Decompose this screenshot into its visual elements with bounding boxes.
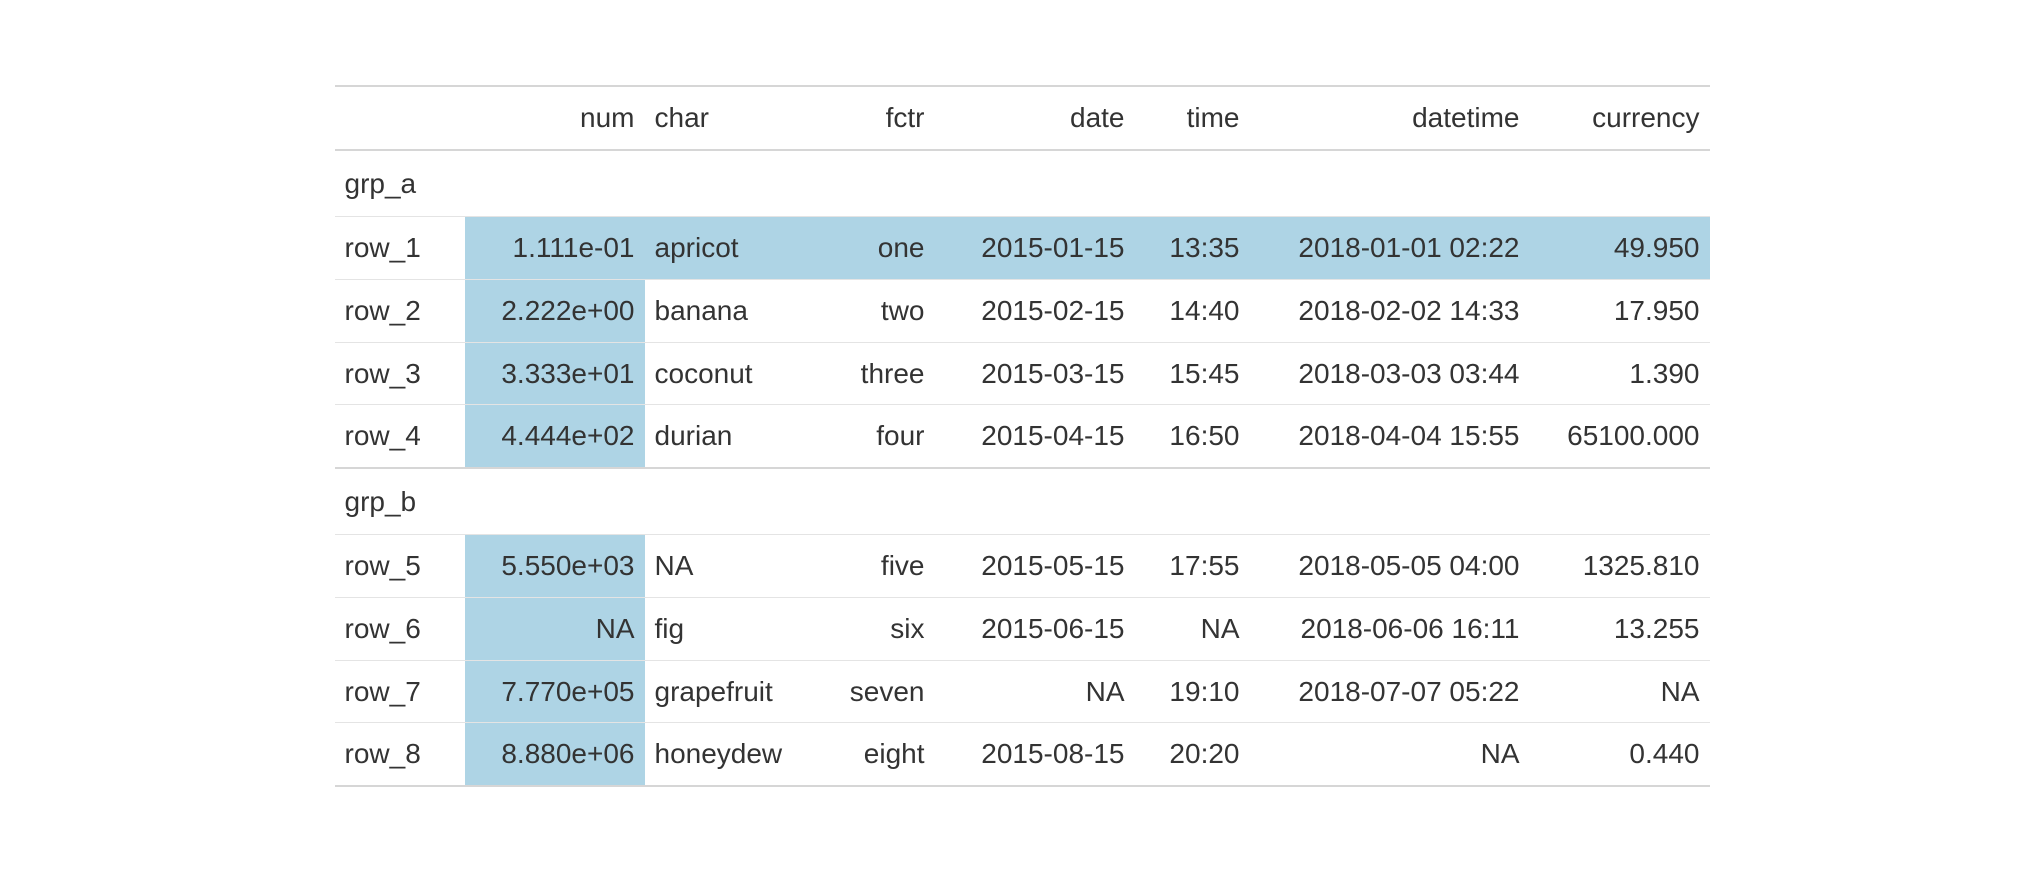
cell-fctr: eight: [815, 723, 935, 786]
cell-datetime: 2018-04-04 15:55: [1250, 405, 1530, 468]
group-label: grp_a: [335, 150, 1710, 217]
group-label: grp_b: [335, 468, 1710, 535]
table-row: row_11.111e-01apricotone2015-01-1513:352…: [335, 217, 1710, 280]
page-wrap: num char fctr date time datetime currenc…: [0, 0, 2044, 872]
cell-stub: row_7: [335, 660, 465, 723]
group-row: grp_a: [335, 150, 1710, 217]
col-header-time: time: [1135, 86, 1250, 150]
table-row: row_22.222e+00bananatwo2015-02-1514:4020…: [335, 280, 1710, 343]
cell-stub: row_6: [335, 597, 465, 660]
cell-num: 2.222e+00: [465, 280, 645, 343]
cell-currency: 1.390: [1530, 342, 1710, 405]
stub-head: [335, 86, 465, 150]
group-row: grp_b: [335, 468, 1710, 535]
cell-char: honeydew: [645, 723, 815, 786]
cell-currency: 49.950: [1530, 217, 1710, 280]
col-header-fctr: fctr: [815, 86, 935, 150]
cell-stub: row_4: [335, 405, 465, 468]
cell-time: 13:35: [1135, 217, 1250, 280]
cell-date: 2015-08-15: [935, 723, 1135, 786]
cell-stub: row_2: [335, 280, 465, 343]
cell-fctr: two: [815, 280, 935, 343]
cell-currency: NA: [1530, 660, 1710, 723]
cell-num: 3.333e+01: [465, 342, 645, 405]
data-table: num char fctr date time datetime currenc…: [335, 85, 1710, 787]
col-header-char: char: [645, 86, 815, 150]
col-header-num: num: [465, 86, 645, 150]
table-row: row_77.770e+05grapefruitsevenNA19:102018…: [335, 660, 1710, 723]
cell-time: 14:40: [1135, 280, 1250, 343]
cell-datetime: NA: [1250, 723, 1530, 786]
table-body: grp_arow_11.111e-01apricotone2015-01-151…: [335, 150, 1710, 786]
cell-datetime: 2018-06-06 16:11: [1250, 597, 1530, 660]
cell-char: NA: [645, 535, 815, 598]
cell-currency: 1325.810: [1530, 535, 1710, 598]
cell-fctr: one: [815, 217, 935, 280]
cell-char: coconut: [645, 342, 815, 405]
cell-fctr: five: [815, 535, 935, 598]
cell-char: banana: [645, 280, 815, 343]
cell-datetime: 2018-02-02 14:33: [1250, 280, 1530, 343]
cell-char: grapefruit: [645, 660, 815, 723]
cell-datetime: 2018-07-07 05:22: [1250, 660, 1530, 723]
cell-char: fig: [645, 597, 815, 660]
cell-num: 4.444e+02: [465, 405, 645, 468]
cell-num: 8.880e+06: [465, 723, 645, 786]
col-header-date: date: [935, 86, 1135, 150]
cell-fctr: seven: [815, 660, 935, 723]
cell-char: durian: [645, 405, 815, 468]
cell-datetime: 2018-01-01 02:22: [1250, 217, 1530, 280]
table-row: row_33.333e+01coconutthree2015-03-1515:4…: [335, 342, 1710, 405]
col-header-datetime: datetime: [1250, 86, 1530, 150]
cell-currency: 0.440: [1530, 723, 1710, 786]
cell-stub: row_1: [335, 217, 465, 280]
cell-datetime: 2018-03-03 03:44: [1250, 342, 1530, 405]
cell-time: 16:50: [1135, 405, 1250, 468]
cell-num: 5.550e+03: [465, 535, 645, 598]
cell-time: 17:55: [1135, 535, 1250, 598]
cell-date: NA: [935, 660, 1135, 723]
cell-date: 2015-02-15: [935, 280, 1135, 343]
cell-char: apricot: [645, 217, 815, 280]
cell-date: 2015-03-15: [935, 342, 1135, 405]
table-row: row_6NAfigsix2015-06-15NA2018-06-06 16:1…: [335, 597, 1710, 660]
cell-num: 1.111e-01: [465, 217, 645, 280]
cell-currency: 65100.000: [1530, 405, 1710, 468]
cell-stub: row_3: [335, 342, 465, 405]
cell-date: 2015-05-15: [935, 535, 1135, 598]
cell-fctr: six: [815, 597, 935, 660]
cell-time: 20:20: [1135, 723, 1250, 786]
table-row: row_44.444e+02durianfour2015-04-1516:502…: [335, 405, 1710, 468]
cell-currency: 17.950: [1530, 280, 1710, 343]
cell-date: 2015-06-15: [935, 597, 1135, 660]
cell-time: NA: [1135, 597, 1250, 660]
cell-stub: row_5: [335, 535, 465, 598]
cell-num: NA: [465, 597, 645, 660]
cell-datetime: 2018-05-05 04:00: [1250, 535, 1530, 598]
col-header-currency: currency: [1530, 86, 1710, 150]
header-row: num char fctr date time datetime currenc…: [335, 86, 1710, 150]
cell-time: 19:10: [1135, 660, 1250, 723]
cell-fctr: three: [815, 342, 935, 405]
cell-date: 2015-01-15: [935, 217, 1135, 280]
cell-date: 2015-04-15: [935, 405, 1135, 468]
cell-fctr: four: [815, 405, 935, 468]
cell-num: 7.770e+05: [465, 660, 645, 723]
cell-currency: 13.255: [1530, 597, 1710, 660]
cell-time: 15:45: [1135, 342, 1250, 405]
cell-stub: row_8: [335, 723, 465, 786]
table-row: row_88.880e+06honeydeweight2015-08-1520:…: [335, 723, 1710, 786]
table-row: row_55.550e+03NAfive2015-05-1517:552018-…: [335, 535, 1710, 598]
